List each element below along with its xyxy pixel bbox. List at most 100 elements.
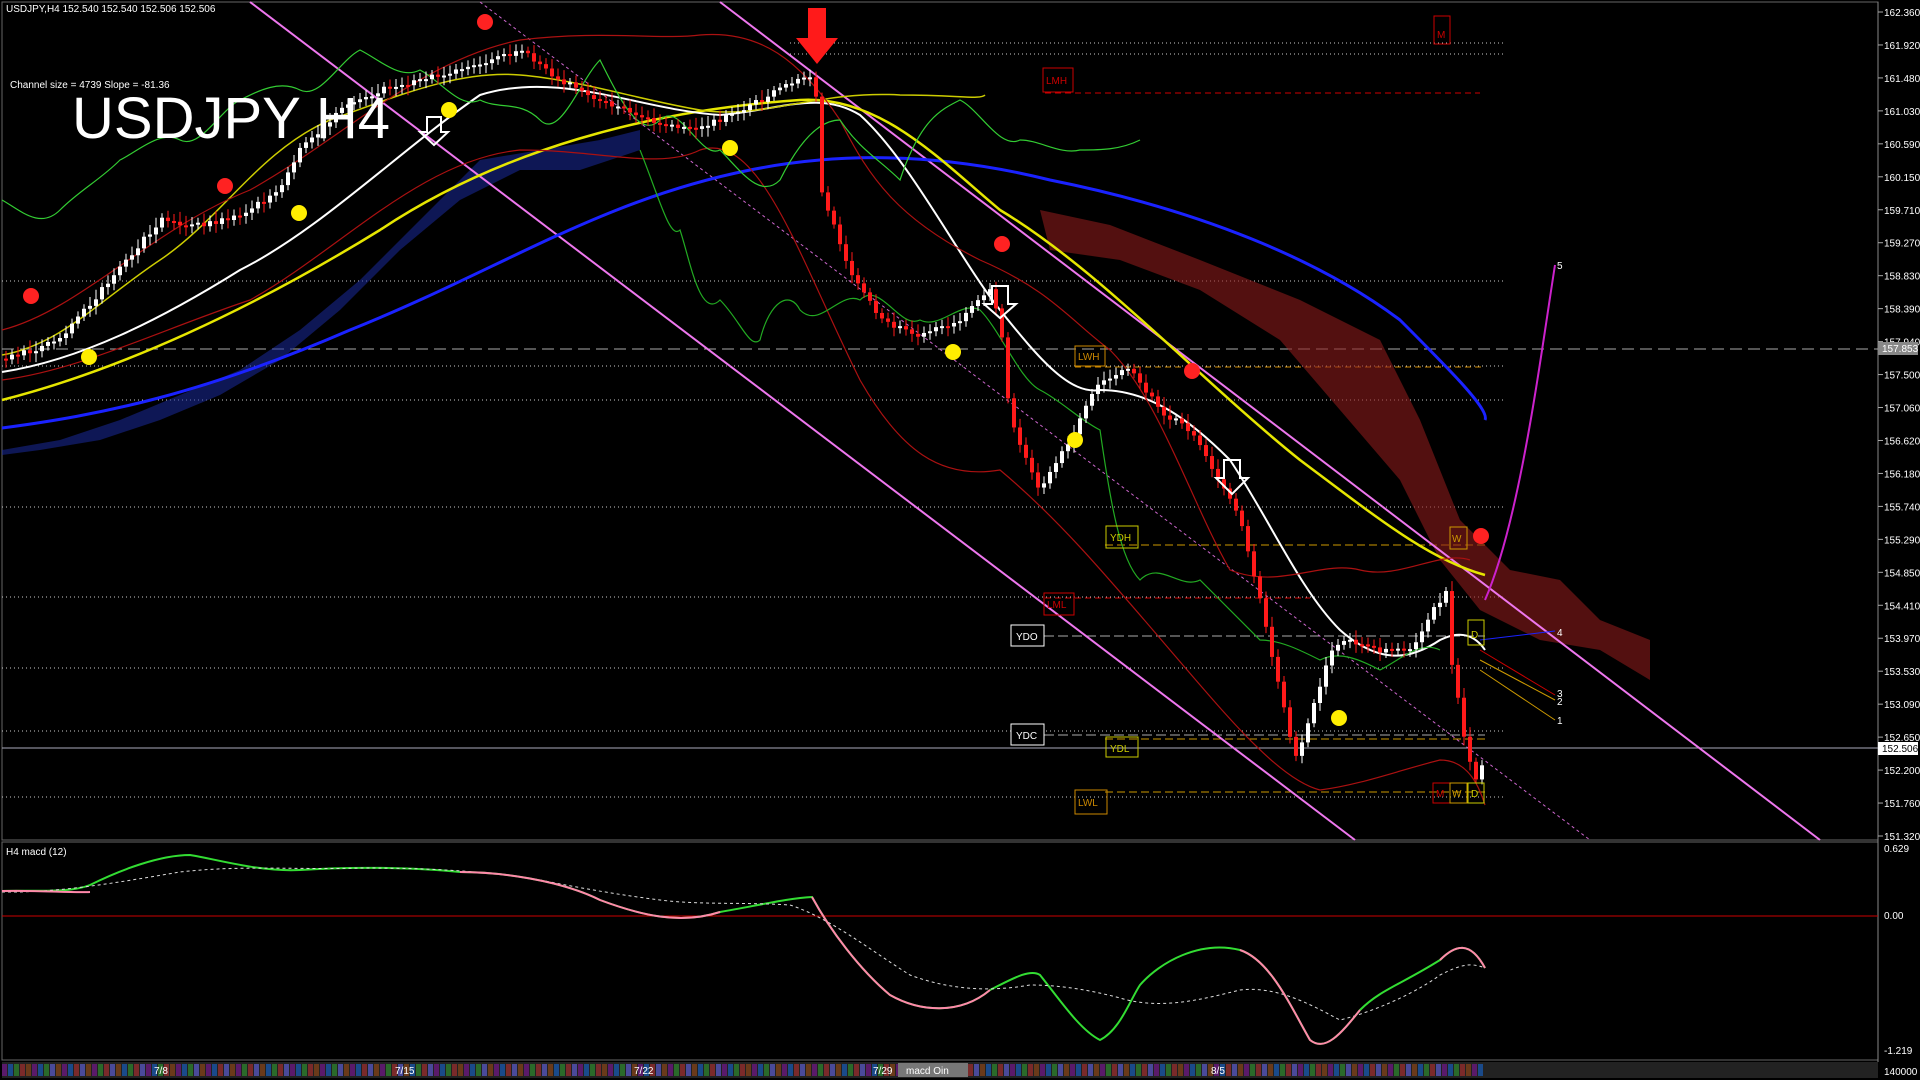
candle-body <box>1444 591 1448 603</box>
date-strip-block <box>344 1064 349 1076</box>
sell-arrow-icon[interactable] <box>796 8 838 64</box>
date-strip-block <box>332 1064 337 1076</box>
candle-body <box>178 221 182 226</box>
date-strip-block <box>734 1064 739 1076</box>
candle-body <box>1318 686 1322 704</box>
price-axis: 162.360 161.920 161.480 161.030 160.590 160.1… <box>1878 8 1920 843</box>
date-strip-block <box>320 1064 325 1076</box>
candle-body <box>1408 649 1412 652</box>
date-strip-block <box>590 1064 595 1076</box>
date-strip-block <box>236 1064 241 1076</box>
date-strip-block <box>8 1064 13 1076</box>
fractal-down-icon[interactable] <box>291 205 307 221</box>
date-strip-block <box>350 1064 355 1076</box>
date-strip-block <box>278 1064 283 1076</box>
candle-body <box>550 68 554 77</box>
candle-body <box>508 54 512 57</box>
fractal-up-icon[interactable] <box>994 236 1010 252</box>
candle-body <box>1372 645 1376 648</box>
date-strip-block <box>506 1064 511 1076</box>
candle-body <box>934 327 938 332</box>
date-strip-block <box>230 1064 235 1076</box>
candle-body <box>712 119 716 126</box>
candle-body <box>442 75 446 78</box>
candle-body <box>724 114 728 122</box>
candle-body <box>640 115 644 118</box>
date-strip-block <box>1322 1064 1327 1076</box>
candle-body <box>454 69 458 74</box>
date-label: 7/29 <box>873 1066 893 1077</box>
fractal-up-icon[interactable] <box>477 14 493 30</box>
date-strip-block <box>1064 1064 1069 1076</box>
fractal-down-icon[interactable] <box>81 349 97 365</box>
candle-body <box>232 215 236 221</box>
date-strip-block <box>500 1064 505 1076</box>
fractal-down-icon[interactable] <box>945 344 961 360</box>
candle-body <box>694 127 698 130</box>
candle-body <box>598 99 602 102</box>
fractal-down-icon[interactable] <box>1331 710 1347 726</box>
candle-body <box>1198 435 1202 446</box>
candle-body <box>1336 644 1340 651</box>
date-strip-block <box>1346 1064 1351 1076</box>
date-strip-block <box>1196 1064 1201 1076</box>
price-tick-label: 151.760 <box>1884 799 1920 810</box>
date-strip-block <box>1082 1064 1087 1076</box>
tag-d-mid: D <box>1471 630 1478 641</box>
candle-body <box>190 224 194 227</box>
date-strip-block <box>224 1064 229 1076</box>
date-strip-block <box>1130 1064 1135 1076</box>
candle-body <box>10 354 14 360</box>
date-strip-block <box>782 1064 787 1076</box>
tag-lml: LML <box>1047 600 1067 611</box>
date-strip-block <box>1394 1064 1399 1076</box>
date-strip-block <box>302 1064 307 1076</box>
candle-body <box>268 195 272 203</box>
candle-body <box>532 53 536 62</box>
fractal-up-icon[interactable] <box>217 178 233 194</box>
date-strip-block <box>50 1064 55 1076</box>
candle-body <box>112 275 116 284</box>
candle-body <box>394 86 398 89</box>
candle-body <box>1312 703 1316 724</box>
date-strip-block <box>1328 1064 1333 1076</box>
macd-tick-label: 140000 <box>1884 1067 1918 1078</box>
fractal-down-icon[interactable] <box>1067 432 1083 448</box>
date-strip-block <box>1412 1064 1417 1076</box>
candle-body <box>676 124 680 128</box>
date-strip-block <box>1256 1064 1261 1076</box>
date-strip-block <box>446 1064 451 1076</box>
chart-canvas[interactable]: 5 4 3 2 1 LMH M LWH YDH LML YDO YDC YDL … <box>0 0 1920 1080</box>
date-strip-block <box>1244 1064 1249 1076</box>
macd-down-segments <box>1 871 1486 1045</box>
projection-label-2: 2 <box>1557 697 1563 708</box>
fractal-up-icon[interactable] <box>1473 528 1489 544</box>
candle-body <box>850 260 854 276</box>
date-strip-block <box>1190 1064 1195 1076</box>
candle-body <box>886 318 890 322</box>
fractal-down-icon[interactable] <box>722 140 738 156</box>
candle-body <box>922 332 926 337</box>
candle-body <box>952 322 956 327</box>
date-strip-block <box>1382 1064 1387 1076</box>
price-tick-label: 153.970 <box>1884 634 1920 645</box>
macd-frame <box>1 841 1879 1061</box>
date-strip-block <box>38 1064 43 1076</box>
date-strip-block <box>218 1064 223 1076</box>
candle-body <box>976 300 980 307</box>
fractal-down-icon[interactable] <box>441 102 457 118</box>
date-strip-block <box>254 1064 259 1076</box>
date-strip-block <box>830 1064 835 1076</box>
date-label: 7/15 <box>395 1066 415 1077</box>
date-strip-block <box>1172 1064 1177 1076</box>
date-strip-block <box>680 1064 685 1076</box>
candle-body <box>1348 639 1352 642</box>
tag-ydh: YDH <box>1110 533 1131 544</box>
date-strip-block <box>86 1064 91 1076</box>
candle-body <box>856 275 860 284</box>
projection-label-1: 1 <box>1557 716 1563 727</box>
tag-m-top: M <box>1437 30 1445 41</box>
fractal-up-icon[interactable] <box>1184 363 1200 379</box>
fractal-up-icon[interactable] <box>23 288 39 304</box>
date-strip-block <box>1106 1064 1111 1076</box>
